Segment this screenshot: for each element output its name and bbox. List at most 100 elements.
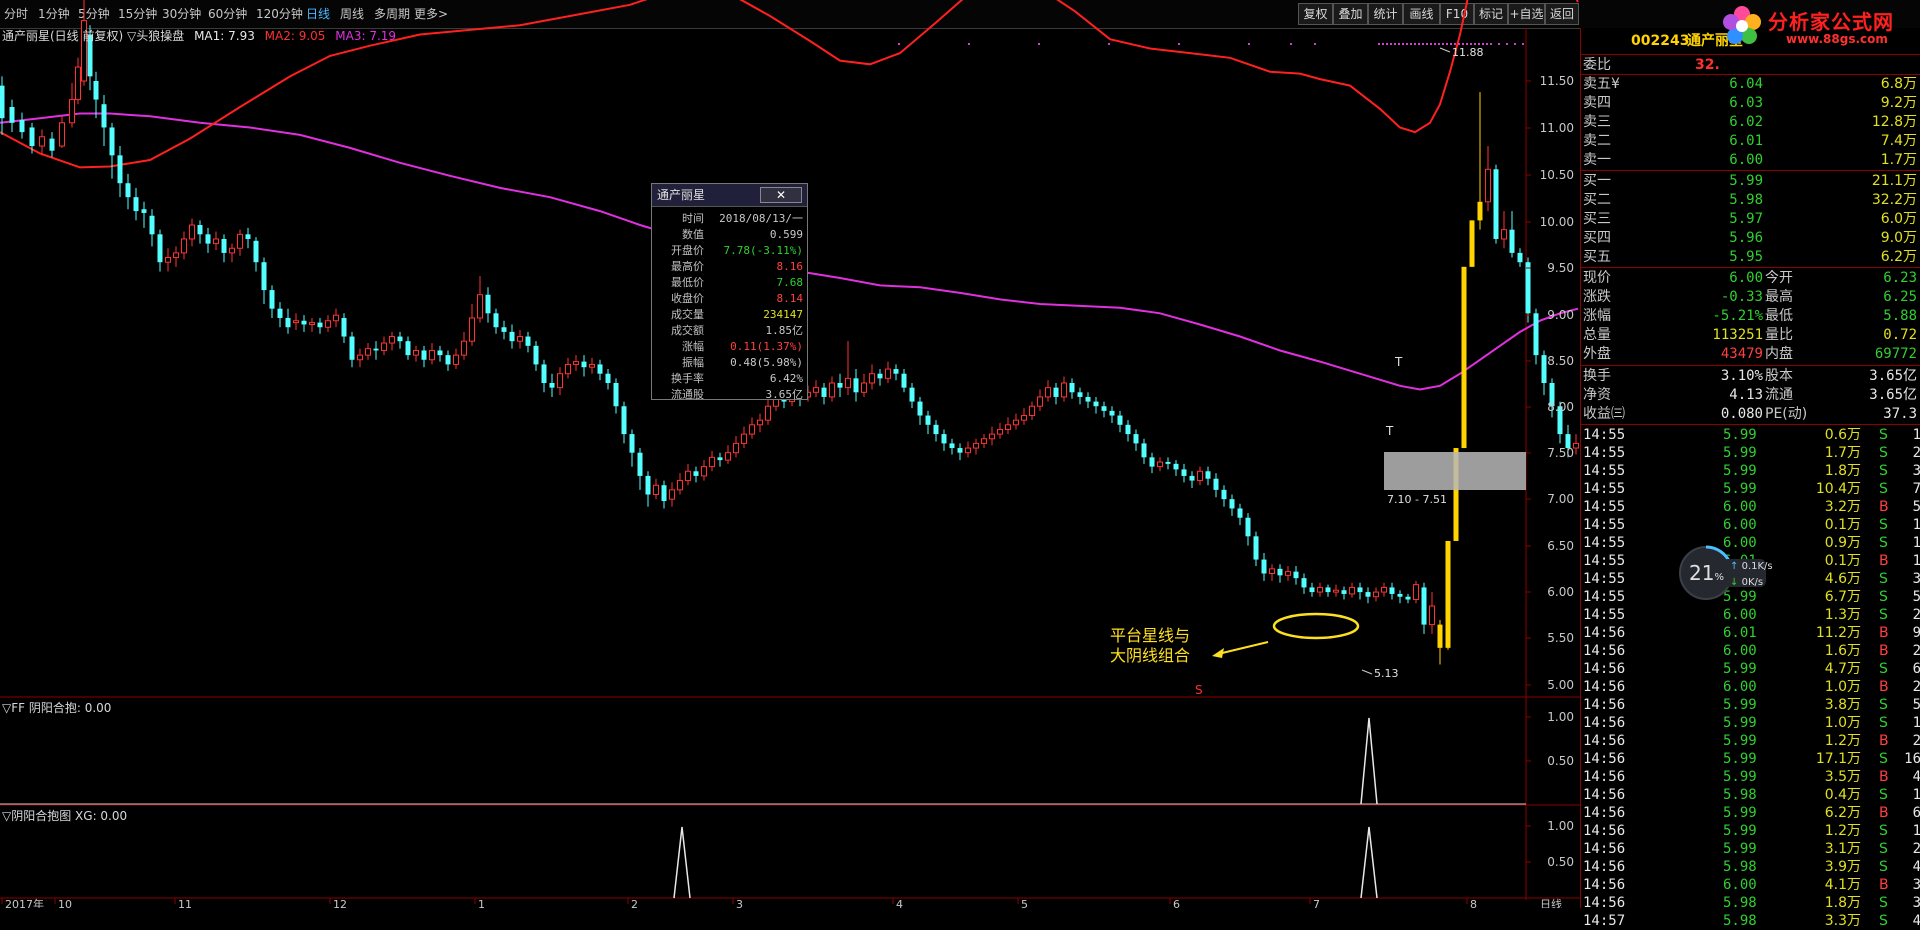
tick-side: S [1879, 481, 1888, 497]
tick-count: 4 [1912, 769, 1920, 785]
candle [1485, 146, 1491, 212]
speed-up: 0.1K/s [1741, 561, 1773, 572]
tick-count: 3 [1912, 895, 1920, 911]
tick-price: 6.00 [1723, 679, 1757, 695]
tick-price: 6.00 [1723, 517, 1757, 533]
bid-price: 5.95 [1729, 249, 1763, 265]
weibi-label: 委比 [1583, 57, 1611, 73]
pattern-annotation: 平台星线与 大阴线组合 [1110, 626, 1190, 666]
speed-down: 0K/s [1741, 577, 1764, 588]
candle [693, 466, 699, 483]
candle [333, 308, 339, 328]
candle [1293, 566, 1299, 585]
tick-volume: 4.6万 [1824, 571, 1861, 587]
candle [49, 132, 55, 158]
tick-time: 14:55 [1583, 481, 1626, 497]
tick-volume: 1.3万 [1824, 607, 1861, 623]
tick-price: 6.00 [1723, 877, 1757, 893]
info-row: 振幅 0.48(5.98%) [656, 354, 805, 370]
bid-price: 5.99 [1729, 173, 1763, 189]
candle [677, 473, 683, 495]
info-row: 换手率 6.42% [656, 370, 805, 386]
candle [837, 373, 843, 397]
tick-price: 6.00 [1723, 643, 1757, 659]
bid-label: 买三 [1583, 211, 1611, 227]
candle [541, 359, 547, 393]
quote-label-2: 量比 [1765, 327, 1793, 343]
candle [1261, 553, 1267, 581]
candle [933, 420, 939, 442]
close-icon[interactable]: ✕ [760, 187, 802, 203]
ask-label: 卖五¥ [1583, 76, 1620, 92]
bid-row: 买五 5.95 6.2万 [1581, 248, 1920, 266]
candle [1221, 485, 1227, 507]
quote-value: 43479 [1720, 346, 1763, 362]
candle [173, 246, 179, 267]
candle [205, 227, 211, 253]
info-row: 最低价 7.68 [656, 274, 805, 290]
price-tick-label: 5.00 [1547, 678, 1574, 692]
tick-row: 14:56 6.01 11.2万 B 9 [1581, 624, 1920, 642]
site-logo: 分析家公式网 www.88gs.com [1720, 0, 1920, 52]
candle [221, 234, 227, 263]
candle [1165, 457, 1171, 470]
tick-row: 14:55 6.00 0.1万 S 1 [1581, 516, 1920, 534]
tick-price: 5.99 [1723, 751, 1757, 767]
tick-price: 5.99 [1723, 661, 1757, 677]
bid-row: 买二 5.98 32.2万 [1581, 191, 1920, 209]
net-speed-widget[interactable]: 21% ↑ 0.1K/s ↓ 0K/s [1678, 545, 1773, 604]
kline-chart[interactable]: 7.10 - 7.5111.885.13TTS 11.5011.0010.501… [0, 0, 1580, 908]
tick-row: 14:56 5.98 0.4万 S 1 [1581, 786, 1920, 804]
tick-row: 14:55 5.99 10.4万 S 7 [1581, 480, 1920, 498]
candle [613, 378, 619, 414]
bid-volume: 6.0万 [1880, 211, 1917, 227]
tick-side: S [1879, 445, 1888, 461]
tick-side: S [1879, 661, 1888, 677]
sub-tick-label: 0.50 [1547, 855, 1574, 869]
candle [1013, 413, 1019, 430]
info-row: 最高价 8.16 [656, 258, 805, 274]
ask-price: 6.04 [1729, 76, 1763, 92]
tick-count: 3 [1912, 463, 1920, 479]
candle [1429, 592, 1435, 634]
tick-count: 1 [1912, 823, 1920, 839]
bar-info-window[interactable]: 通产丽星 ✕ 时间 2018/08/13/一 数值 0.599 开盘价 7.78(-3.1… [651, 183, 808, 401]
quote-row: 总量 113251 量比 0.72 [1581, 326, 1920, 344]
annotation-arrow [1217, 641, 1269, 655]
candle [885, 361, 891, 383]
tick-count: 1 [1912, 715, 1920, 731]
tick-count: 16 [1904, 751, 1920, 767]
t-label: T [1394, 355, 1403, 369]
tick-volume: 3.1万 [1824, 841, 1861, 857]
candle [1437, 619, 1443, 665]
tick-price: 5.99 [1723, 769, 1757, 785]
info-value: 1.85亿 [765, 324, 804, 337]
legend-title: 通产丽星(日线 前复权) ▽头狼操盘 [2, 29, 185, 43]
fund-label: 换手 [1583, 368, 1611, 384]
quote-value-2: 6.25 [1883, 289, 1917, 305]
candle [1069, 378, 1075, 399]
fund-label-2: 流通 [1765, 387, 1793, 403]
tick-time: 14:56 [1583, 859, 1626, 875]
bid-row: 买三 5.97 6.0万 [1581, 210, 1920, 228]
candle [269, 285, 275, 318]
quote-label: 现价 [1583, 270, 1611, 286]
ask-volume: 9.2万 [1880, 95, 1917, 111]
tick-count: 2 [1912, 733, 1920, 749]
candle [669, 482, 675, 507]
tick-row: 14:56 5.99 1.0万 S 1 [1581, 714, 1920, 732]
candle [397, 331, 403, 349]
candle [1493, 164, 1499, 244]
tick-volume: 0.1万 [1824, 553, 1861, 569]
candle [765, 398, 771, 425]
candle [957, 443, 963, 461]
ask-label: 卖一 [1583, 152, 1611, 168]
tick-time: 14:56 [1583, 715, 1626, 731]
tick-count: 2 [1912, 445, 1920, 461]
fundamental-row: 收益㈢ 0.080 PE(动) 37.3 [1581, 405, 1920, 423]
high-label: 11.88 [1452, 46, 1484, 59]
tick-row: 14:55 5.99 1.7万 S 2 [1581, 444, 1920, 462]
info-key: 换手率 [671, 372, 704, 385]
candle [429, 343, 435, 365]
candle [1253, 531, 1259, 567]
